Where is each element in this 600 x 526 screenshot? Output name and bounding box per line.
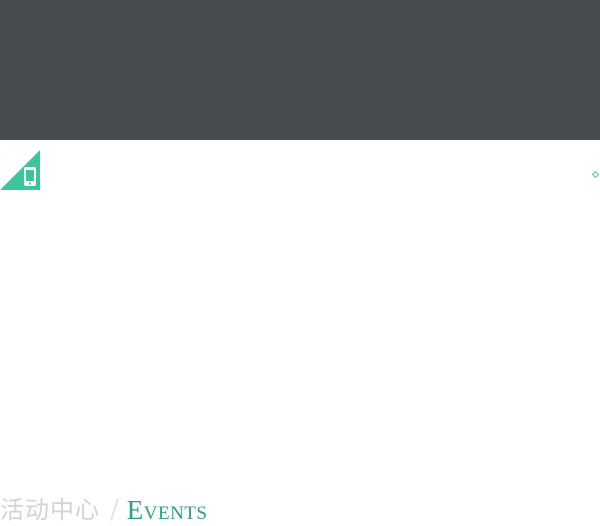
section-heading-chinese: 活动中心 [0, 496, 100, 524]
section-heading: 活动中心 / Events [0, 494, 207, 526]
section-heading-separator: / [110, 495, 119, 525]
mobile-version-corner[interactable] [0, 150, 40, 190]
hero-banner [0, 0, 600, 140]
section-heading-english: Events [126, 495, 208, 525]
diamond-icon[interactable] [592, 171, 599, 178]
mobile-phone-icon [24, 167, 36, 186]
page: 活动中心 / Events [0, 0, 600, 526]
